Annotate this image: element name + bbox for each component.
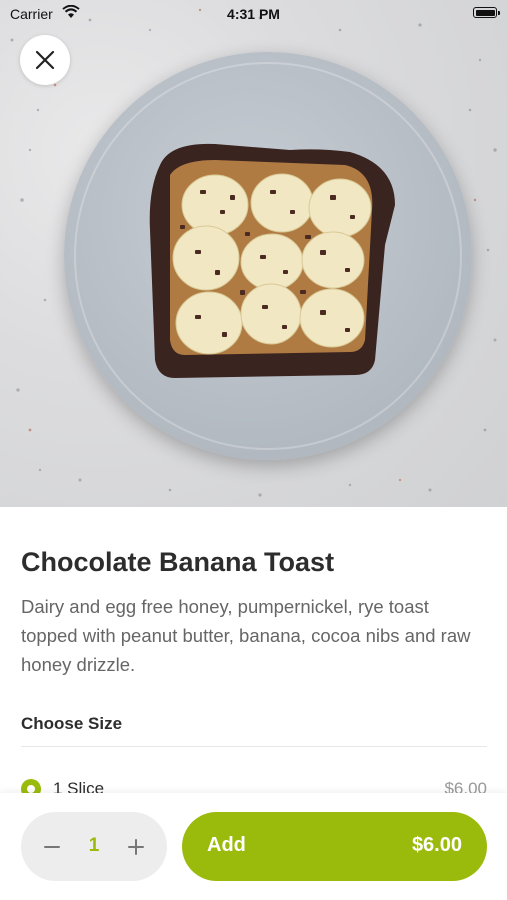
product-title: Chocolate Banana Toast [21, 547, 335, 577]
add-button-price: $6.00 [411, 834, 462, 856]
close-button[interactable] [20, 35, 70, 85]
battery-tip [498, 11, 500, 15]
choose-size-heading: Choose Size [21, 714, 123, 733]
status-time: 4:31 PM [227, 6, 280, 22]
product-image [0, 0, 507, 507]
divider [21, 746, 487, 747]
increment-button[interactable] [117, 812, 155, 881]
bottom-action-bar: 1 Add $6.00 [0, 793, 507, 900]
quantity-stepper: 1 [21, 812, 167, 881]
product-details: Chocolate Banana Toast Dairy and egg fre… [21, 507, 487, 799]
add-to-cart-button[interactable]: Add $6.00 [182, 812, 487, 881]
close-icon [35, 50, 55, 70]
product-description: Dairy and egg free honey, pumpernickel, … [21, 596, 471, 675]
status-bar: Carrier 4:31 PM [0, 0, 507, 28]
toast-illustration [149, 143, 395, 378]
plus-icon [128, 838, 144, 855]
add-button-label: Add [207, 834, 246, 856]
battery-icon [473, 7, 497, 18]
